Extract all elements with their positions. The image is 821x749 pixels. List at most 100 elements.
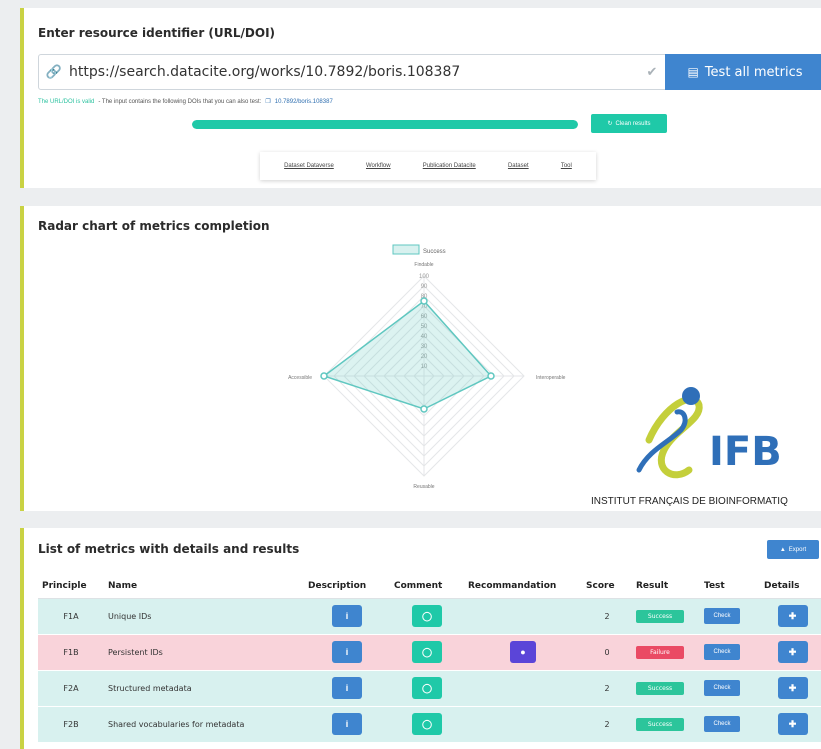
cell-result: Success	[632, 669, 700, 706]
plus-icon: ✚	[788, 610, 797, 621]
cell-result: Failure	[632, 633, 700, 670]
check-button[interactable]: Check	[704, 608, 740, 624]
info-icon: i	[345, 647, 349, 657]
upload-icon: ▲	[779, 546, 786, 553]
validation-message: The URL/DOI is valid - The input contain…	[38, 98, 333, 106]
svg-text:INSTITUT FRANÇAIS DE BIOINFORM: INSTITUT FRANÇAIS DE BIOINFORMATIQ	[591, 496, 788, 507]
clean-results-label: Clean results	[615, 120, 651, 127]
test-all-metrics-button[interactable]: ▤ Test all metrics	[665, 54, 821, 90]
cell-details: ✚	[760, 597, 821, 634]
cell-comment: ◯	[390, 705, 464, 742]
plus-icon: ✚	[788, 646, 797, 657]
description-button[interactable]: i	[332, 641, 362, 663]
lightbulb-icon: ●	[520, 647, 526, 657]
progress-bar	[192, 120, 578, 129]
radar-axis-label: Accessible	[288, 375, 312, 381]
info-icon: i	[345, 683, 349, 693]
cell-score: 2	[582, 669, 632, 706]
header-score: Score	[582, 574, 632, 599]
radar-point	[420, 297, 428, 305]
table-header-row: Principle Name Description Comment Recom…	[38, 574, 821, 599]
description-button[interactable]: i	[332, 605, 362, 627]
cell-score: 2	[582, 705, 632, 742]
ifb-logo-graphic: IFB INSTITUT FRANÇAIS DE BIOINFORMATIQ	[591, 387, 788, 507]
cell-name: Unique IDs	[104, 597, 304, 634]
cell-name: Shared vocabularies for metadata	[104, 705, 304, 742]
cell-principle: F2B	[38, 705, 104, 742]
metrics-card: List of metrics with details and results…	[20, 528, 821, 749]
url-input-box[interactable]: 🔗 ✔	[38, 54, 666, 90]
cell-recommendation: ●	[464, 633, 582, 670]
table-row: F2A Structured metadata i ◯ 2 Success Ch…	[38, 669, 821, 706]
export-button[interactable]: ▲ Export	[767, 540, 819, 559]
info-icon: i	[345, 719, 349, 730]
details-button[interactable]: ✚	[777, 713, 808, 736]
example-dataset[interactable]: Dataset	[508, 163, 529, 169]
cell-description: i	[304, 669, 390, 706]
radar-card: Radar chart of metrics completion 100 90 8…	[20, 206, 821, 511]
legend-label: Success	[423, 249, 446, 255]
check-button[interactable]: Check	[704, 680, 740, 696]
refresh-icon: ↻	[607, 121, 613, 127]
description-button[interactable]: i	[332, 713, 362, 736]
example-tool[interactable]: Tool	[561, 163, 572, 169]
cell-description: i	[304, 597, 390, 634]
radar-axis-label: Interoperable	[536, 375, 566, 381]
comment-button[interactable]: ◯	[412, 641, 442, 663]
example-dataset-dataverse[interactable]: Dataset Dataverse	[284, 163, 334, 169]
comment-icon: ◯	[421, 646, 433, 657]
cell-test: Check	[700, 705, 760, 742]
cell-name: Structured metadata	[104, 669, 304, 706]
details-button[interactable]: ✚	[777, 641, 808, 663]
cell-comment: ◯	[390, 633, 464, 670]
check-button[interactable]: Check	[704, 716, 740, 733]
header-description: Description	[304, 574, 390, 599]
header-principle: Principle	[38, 574, 104, 599]
cell-comment: ◯	[390, 669, 464, 706]
example-links: Dataset Dataverse Workflow Publication D…	[260, 152, 596, 180]
comment-button[interactable]: ◯	[412, 713, 442, 736]
header-comment: Comment	[390, 574, 464, 599]
recommendation-button[interactable]: ●	[510, 641, 536, 663]
url-input[interactable]	[69, 55, 639, 89]
details-button[interactable]: ✚	[777, 677, 808, 699]
comment-icon: ◯	[421, 610, 433, 621]
check-button[interactable]: Check	[704, 644, 740, 660]
example-workflow[interactable]: Workflow	[366, 163, 391, 169]
test-all-metrics-label: Test all metrics	[704, 64, 803, 80]
link-icon: 🔗	[45, 64, 63, 79]
header-details: Details	[760, 574, 821, 599]
export-label: Export	[788, 546, 807, 553]
result-badge: Failure	[636, 645, 684, 659]
comment-button[interactable]: ◯	[412, 605, 442, 627]
description-button[interactable]: i	[332, 677, 362, 699]
radar-axis-label: Reusable	[413, 484, 434, 490]
valid-text: The URL/DOI is valid	[38, 98, 95, 105]
comment-icon: ◯	[421, 718, 433, 729]
cell-principle: F1B	[38, 633, 104, 670]
cell-name: Persistent IDs	[104, 633, 304, 670]
metrics-title: List of metrics with details and results	[38, 542, 300, 556]
result-badge: Success	[636, 717, 684, 731]
doi-icon: ❐	[265, 99, 271, 105]
cell-test: Check	[700, 633, 760, 670]
example-publication-datacite[interactable]: Publication Datacite	[423, 163, 476, 169]
header-test: Test	[700, 574, 760, 599]
table-row: F2B Shared vocabularies for metadata i ◯…	[38, 705, 821, 742]
doi-link[interactable]: 10.7892/boris.108387	[275, 99, 333, 105]
cell-test: Check	[700, 597, 760, 634]
result-badge: Success	[636, 609, 684, 623]
details-button[interactable]: ✚	[777, 605, 808, 627]
dois-text: - The input contains the following DOIs …	[98, 98, 262, 105]
cell-result: Success	[632, 597, 700, 634]
radar-point	[487, 372, 495, 380]
comment-button[interactable]: ◯	[412, 677, 442, 699]
cell-recommendation	[464, 669, 582, 706]
plus-icon: ✚	[788, 718, 797, 729]
radar-point	[420, 405, 428, 413]
legend-swatch	[392, 244, 420, 255]
cell-details: ✚	[760, 705, 821, 742]
header-name: Name	[104, 574, 304, 599]
clean-results-button[interactable]: ↻ Clean results	[591, 114, 667, 133]
resource-title: Enter resource identifier (URL/DOI)	[38, 26, 276, 40]
